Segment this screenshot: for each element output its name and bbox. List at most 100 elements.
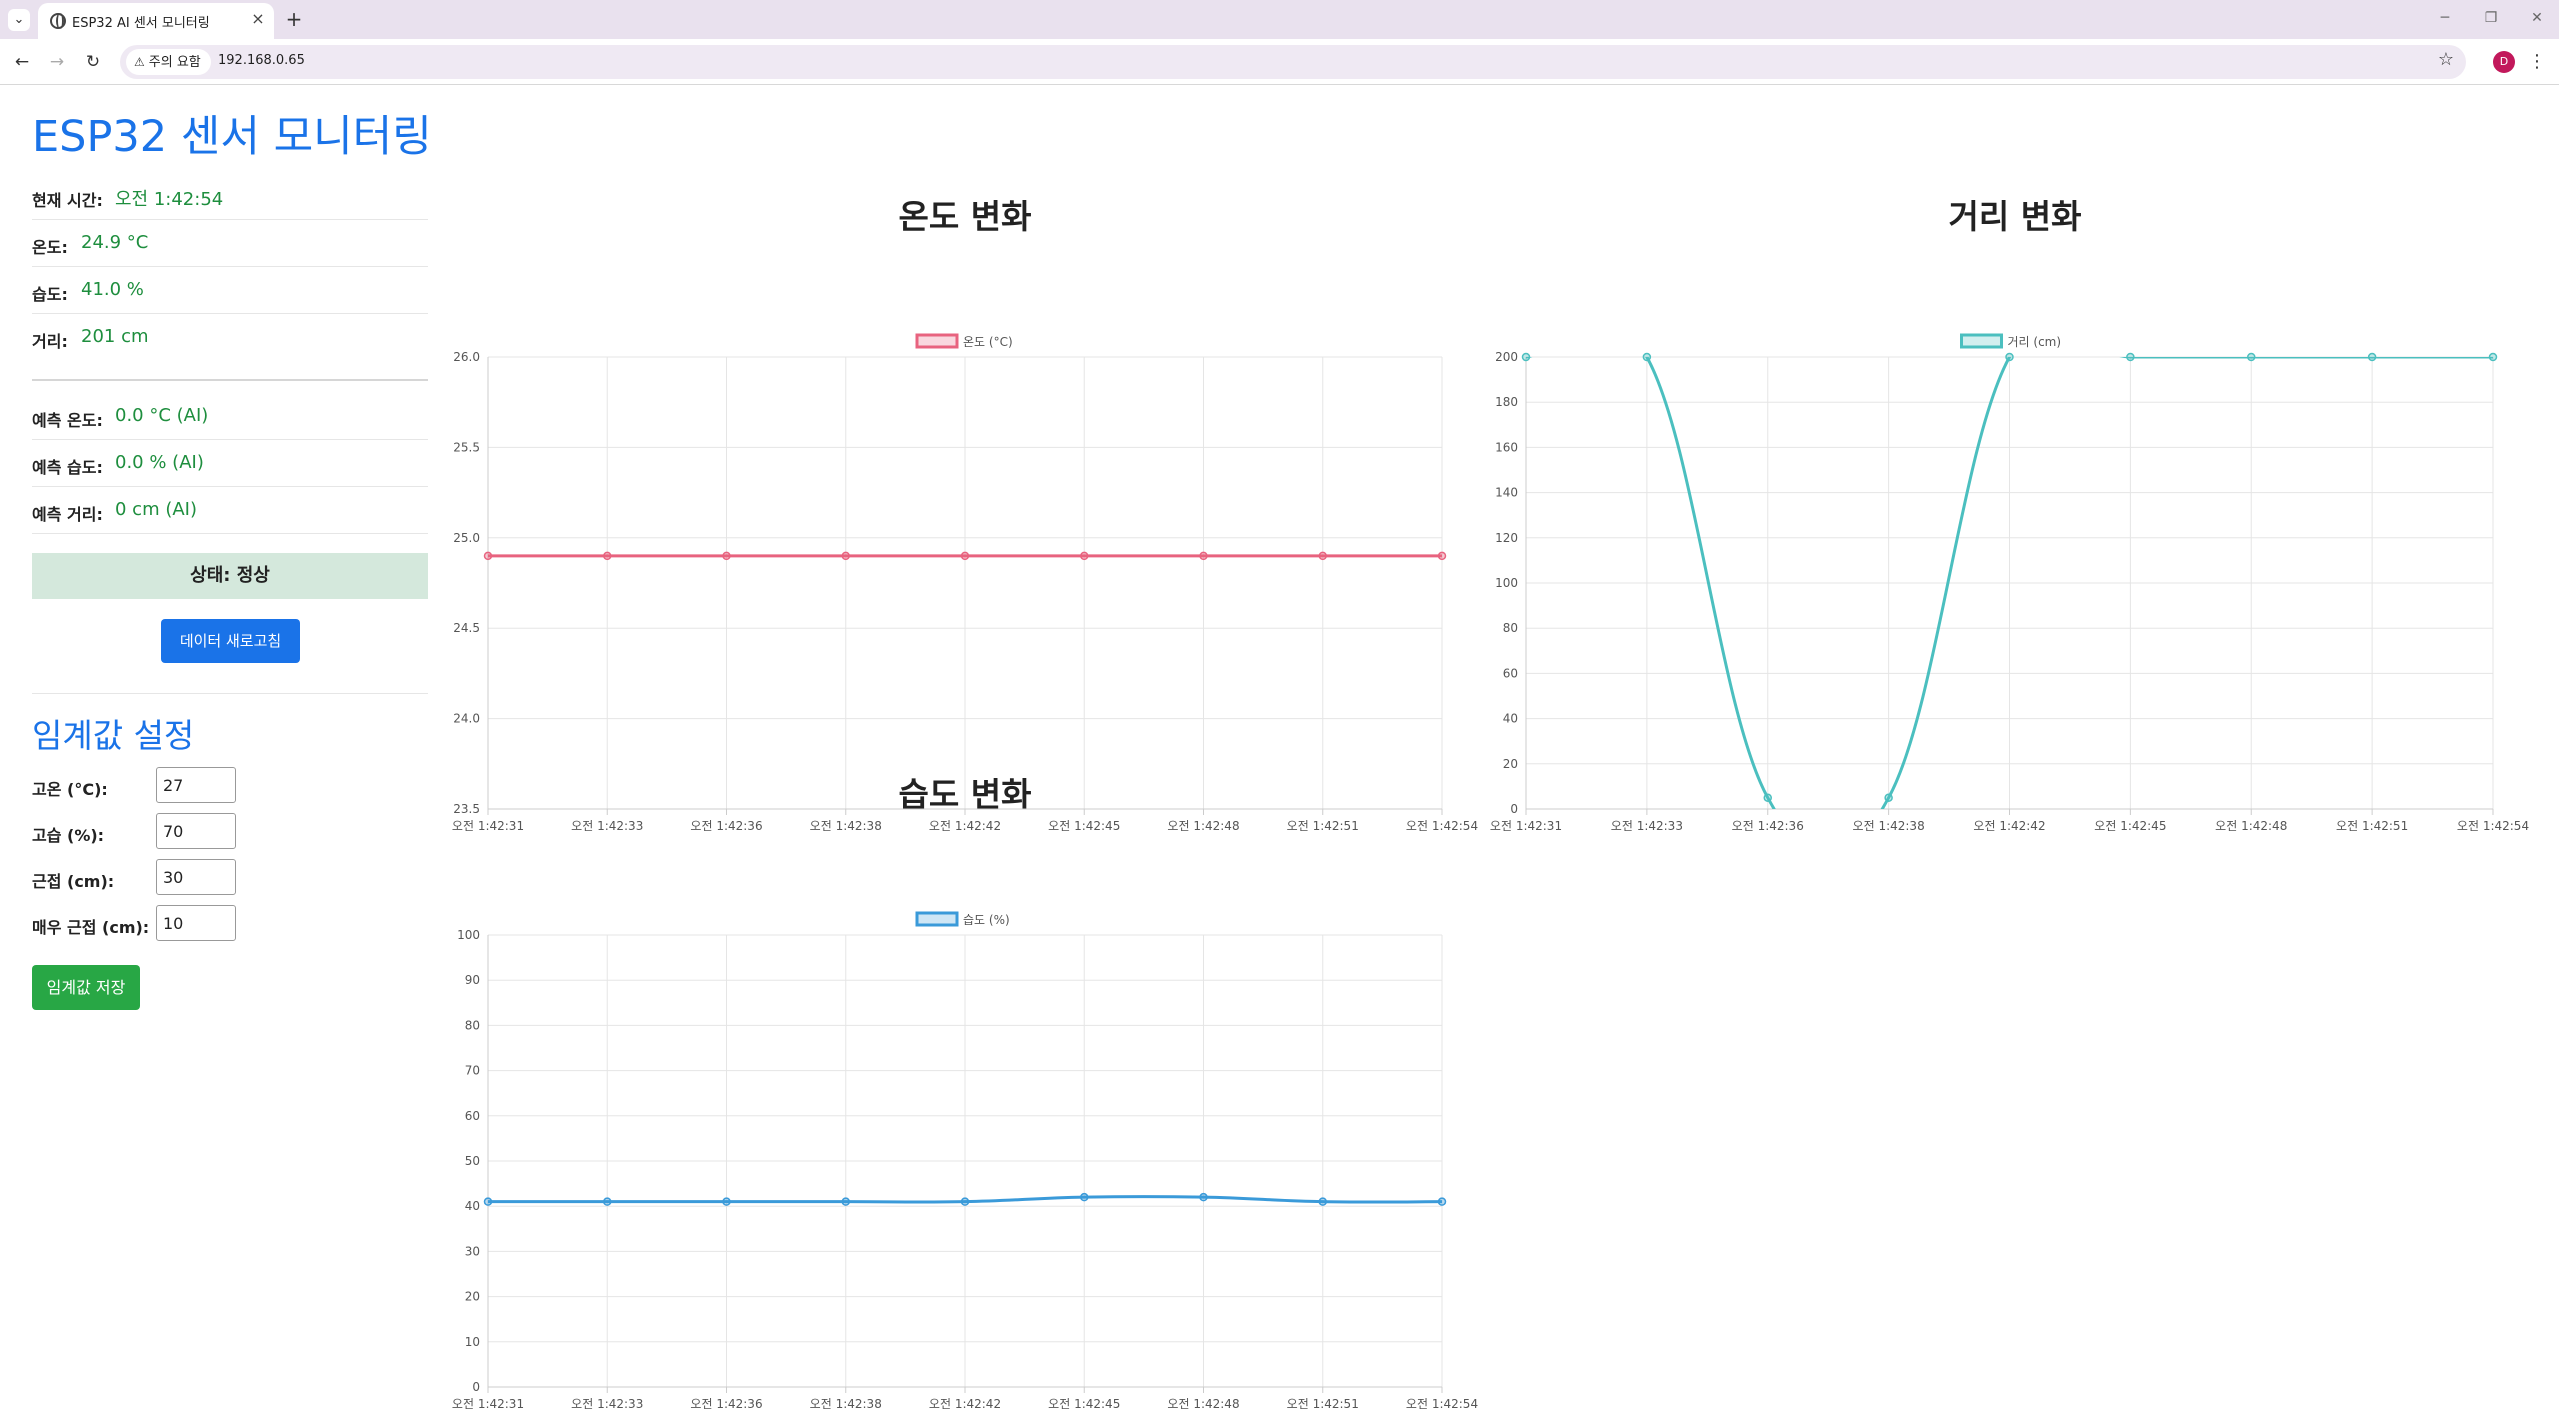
- data-point: [2367, 352, 2377, 362]
- high-humidity-input[interactable]: [156, 813, 236, 849]
- x-tick-label: 오전 1:42:42: [1973, 819, 2045, 833]
- prediction-value: 0.0 % (AI): [115, 452, 204, 473]
- data-point: [603, 551, 612, 561]
- reading-label: 거리:: [32, 332, 68, 351]
- tab-close-icon[interactable]: ×: [248, 9, 268, 29]
- y-tick-label: 60: [465, 1109, 480, 1123]
- x-tick-label: 오전 1:42:36: [1732, 819, 1804, 833]
- data-point: [2126, 352, 2135, 362]
- legend-label: 거리 (cm): [2008, 335, 2062, 349]
- y-tick-label: 120: [1495, 531, 1518, 545]
- data-point: [1199, 551, 1208, 561]
- y-tick-label: 40: [1503, 712, 1518, 726]
- reading-value: 201 cm: [81, 326, 149, 347]
- more-menu-icon[interactable]: ⋮: [2527, 49, 2547, 75]
- y-tick-label: 0: [1510, 802, 1518, 816]
- tab-strip: ⌄ ESP32 AI 센서 모니터링 × + ─ ❐ ✕: [0, 0, 2559, 39]
- restore-icon[interactable]: ❐: [2476, 6, 2506, 30]
- y-tick-label: 60: [1503, 666, 1518, 680]
- reading-distance-row: 거리: 201 cm: [32, 314, 428, 361]
- url-text[interactable]: 192.168.0.65: [218, 53, 305, 68]
- data-point: [483, 1197, 493, 1206]
- threshold-label: 고습 (%):: [32, 826, 105, 845]
- threshold-very-close-row: 매우 근접 (cm):: [32, 905, 428, 941]
- window-close-icon[interactable]: ✕: [2522, 6, 2552, 30]
- legend-swatch: [1960, 333, 2003, 349]
- x-tick-label: 오전 1:42:48: [1167, 1397, 1239, 1411]
- page-content: ESP32 센서 모니터링 현재 시간: 오전 1:42:54 온도: 24.9…: [0, 85, 2559, 1411]
- refresh-data-button[interactable]: 데이터 새로고침: [161, 619, 300, 663]
- page-title: ESP32 센서 모니터링: [32, 112, 432, 162]
- y-tick-label: 25.0: [453, 531, 480, 545]
- data-point: [1080, 1192, 1089, 1202]
- save-threshold-button[interactable]: 임계값 저장: [32, 965, 140, 1010]
- y-tick-label: 180: [1495, 395, 1518, 409]
- data-point: [1437, 551, 1447, 561]
- new-tab-plus-icon[interactable]: +: [282, 7, 306, 31]
- section-divider: [32, 693, 428, 694]
- profile-avatar[interactable]: D: [2493, 51, 2515, 73]
- bookmark-star-icon[interactable]: ☆: [2438, 49, 2454, 70]
- data-point: [2005, 352, 2014, 362]
- data-point: [841, 551, 850, 561]
- y-tick-label: 20: [1503, 757, 1518, 771]
- x-tick-label: 오전 1:42:31: [1490, 819, 1562, 833]
- x-tick-label: 오전 1:42:36: [690, 1397, 762, 1411]
- tab-search-chevron-icon[interactable]: ⌄: [8, 9, 30, 31]
- prediction-value: 0 cm (AI): [115, 499, 197, 520]
- section-divider: [32, 379, 428, 381]
- reading-value: 오전 1:42:54: [115, 189, 224, 210]
- y-tick-label: 100: [1495, 576, 1518, 590]
- browser-toolbar: ← → ↻ ⚠ 주의 요함 192.168.0.65 ☆: [0, 39, 2559, 85]
- data-point: [1642, 352, 1652, 362]
- security-warning-chip[interactable]: ⚠ 주의 요함: [126, 49, 211, 75]
- tab-title: ESP32 AI 센서 모니터링: [72, 16, 210, 31]
- proximity-input[interactable]: [156, 859, 236, 895]
- prediction-label: 예측 습도:: [32, 458, 103, 477]
- x-tick-label: 오전 1:42:38: [810, 1397, 882, 1411]
- data-point: [2488, 352, 2498, 362]
- y-tick-label: 24.0: [453, 712, 480, 726]
- reading-humidity-row: 습도: 41.0 %: [32, 267, 428, 314]
- distance-chart-title: 거리 변화: [1948, 197, 2082, 236]
- y-tick-label: 90: [465, 973, 480, 987]
- reading-label: 온도:: [32, 238, 68, 257]
- legend-label: 습도 (%): [963, 913, 1010, 927]
- reading-label: 현재 시간:: [32, 191, 103, 210]
- legend-label: 온도 (°C): [963, 335, 1013, 349]
- x-tick-label: 오전 1:42:31: [452, 1397, 524, 1411]
- back-arrow-icon[interactable]: ←: [9, 49, 35, 75]
- legend-swatch: [915, 911, 959, 927]
- y-tick-label: 160: [1495, 440, 1518, 454]
- x-tick-label: 오전 1:42:33: [1611, 819, 1683, 833]
- minimize-icon[interactable]: ─: [2430, 6, 2460, 30]
- warning-triangle-icon: ⚠: [134, 55, 145, 69]
- forward-arrow-icon[interactable]: →: [44, 49, 70, 75]
- globe-icon: [50, 13, 66, 29]
- data-point: [960, 551, 970, 561]
- security-label: 주의 요함: [148, 55, 201, 70]
- address-bar[interactable]: ⚠ 주의 요함 192.168.0.65 ☆: [120, 45, 2466, 79]
- prediction-distance-row: 예측 거리: 0 cm (AI): [32, 487, 428, 534]
- reading-temperature-row: 온도: 24.9 °C: [32, 220, 428, 267]
- reading-label: 습도:: [32, 285, 68, 304]
- y-tick-label: 40: [465, 1199, 480, 1213]
- y-tick-label: 20: [465, 1290, 480, 1304]
- x-tick-label: 오전 1:42:38: [1853, 819, 1925, 833]
- distance-chart: 200180160140120100806040200오전 1:42:31 오전 …: [1490, 333, 2529, 833]
- y-tick-label: 26.0: [453, 350, 480, 364]
- x-tick-label: 오전 1:42:48: [2215, 819, 2287, 833]
- data-point: [483, 551, 493, 561]
- x-tick-label: 오전 1:42:45: [2094, 819, 2166, 833]
- threshold-label: 근접 (cm):: [32, 872, 115, 891]
- y-tick-label: 80: [465, 1018, 480, 1032]
- reload-icon[interactable]: ↻: [80, 49, 106, 75]
- threshold-proximity-row: 근접 (cm):: [32, 859, 428, 895]
- threshold-label: 매우 근접 (cm):: [32, 918, 150, 937]
- data-point: [2247, 352, 2256, 362]
- y-tick-label: 80: [1503, 621, 1518, 635]
- browser-tab-active[interactable]: ESP32 AI 센서 모니터링 ×: [38, 3, 274, 39]
- prediction-label: 예측 온도:: [32, 411, 103, 430]
- very-close-input[interactable]: [156, 905, 236, 941]
- high-temp-input[interactable]: [156, 767, 236, 803]
